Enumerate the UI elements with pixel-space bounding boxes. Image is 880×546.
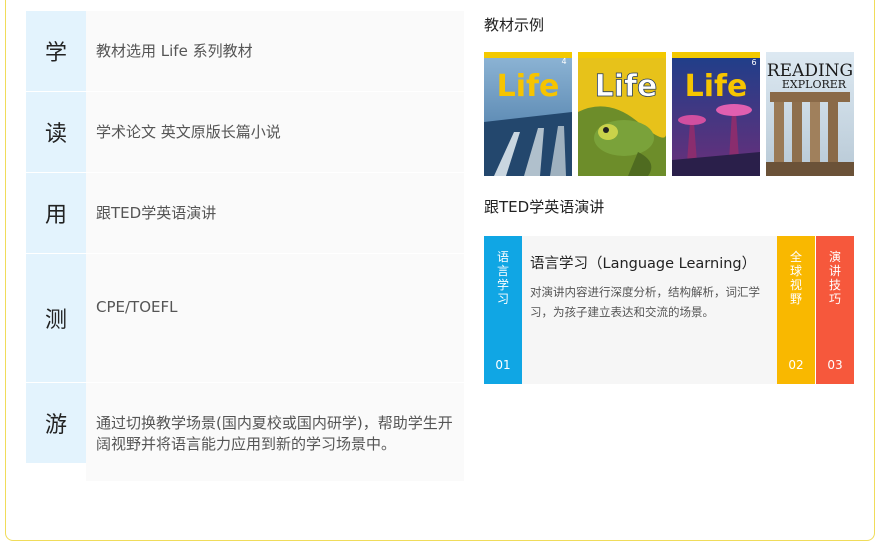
tab-global-vision[interactable]: 全球视野 02 <box>777 236 815 384</box>
feature-key: 游 <box>26 383 86 463</box>
panel-title: 语言学习（Language Learning） <box>530 256 757 272</box>
cover-number-text: 4 <box>561 57 566 66</box>
feature-row-travel: 游 通过切换教学场景(国内夏校或国内研学)，帮助学生开阔视野并将语言能力应用到新… <box>26 383 464 481</box>
feature-row-test: 测 CPE/TOEFL <box>26 254 464 382</box>
feature-value: 学术论文 英文原版长篇小说 <box>86 92 464 172</box>
tab-label: 语言学习 <box>496 250 509 306</box>
tab-speech-skills[interactable]: 演讲技巧 03 <box>816 236 854 384</box>
textbook-cover-reading-explorer[interactable]: READING EXPLORER <box>766 52 854 176</box>
panel-description: 对演讲内容进行深度分析，结构解析，词汇学习，为孩子建立表达和交流的场景。 <box>530 285 760 319</box>
textbook-section-title: 教材示例 <box>484 16 545 34</box>
feature-value: 教材选用 Life 系列教材 <box>86 11 464 91</box>
textbook-cover-life-5[interactable]: Life <box>578 52 666 176</box>
tab-panel-language-learning: 语言学习（Language Learning） 对演讲内容进行深度分析，结构解析… <box>522 236 777 384</box>
cover-title-text: Life <box>497 69 560 104</box>
textbook-covers: Life 4 Life Life 6 READING EXPLORER <box>484 52 854 176</box>
ted-section-title: 跟TED学英语演讲 <box>484 198 605 216</box>
feature-row-read: 读 学术论文 英文原版长篇小说 <box>26 92 464 172</box>
cover-subtitle-text: EXPLORER <box>782 78 847 91</box>
feature-key: 测 <box>26 254 86 382</box>
tab-label: 演讲技巧 <box>828 250 841 306</box>
feature-key: 用 <box>26 173 86 253</box>
tab-number: 02 <box>788 358 804 372</box>
cover-number-text: 6 <box>751 58 756 67</box>
feature-key: 读 <box>26 92 86 172</box>
tab-language-learning[interactable]: 语言学习 01 <box>484 236 522 384</box>
tab-number: 01 <box>495 358 511 372</box>
feature-row-use: 用 跟TED学英语演讲 <box>26 173 464 253</box>
feature-value: CPE/TOEFL <box>86 254 464 382</box>
feature-value: 通过切换教学场景(国内夏校或国内研学)，帮助学生开阔视野并将语言能力应用到新的学… <box>86 383 464 481</box>
tab-number: 03 <box>827 358 843 372</box>
feature-value: 跟TED学英语演讲 <box>86 173 464 253</box>
cover-title-text: Life <box>685 69 748 104</box>
ted-accordion: 语言学习 01 语言学习（Language Learning） 对演讲内容进行深… <box>484 236 854 384</box>
feature-row-learn: 学 教材选用 Life 系列教材 <box>26 11 464 91</box>
textbook-cover-life-6[interactable]: Life 6 <box>672 52 760 176</box>
feature-key: 学 <box>26 11 86 91</box>
cover-title-text: Life <box>595 69 658 104</box>
feature-table: 学 教材选用 Life 系列教材 读 学术论文 英文原版长篇小说 用 跟TED学… <box>26 11 464 482</box>
textbook-cover-life-4[interactable]: Life 4 <box>484 52 572 176</box>
tab-label: 全球视野 <box>789 250 802 306</box>
